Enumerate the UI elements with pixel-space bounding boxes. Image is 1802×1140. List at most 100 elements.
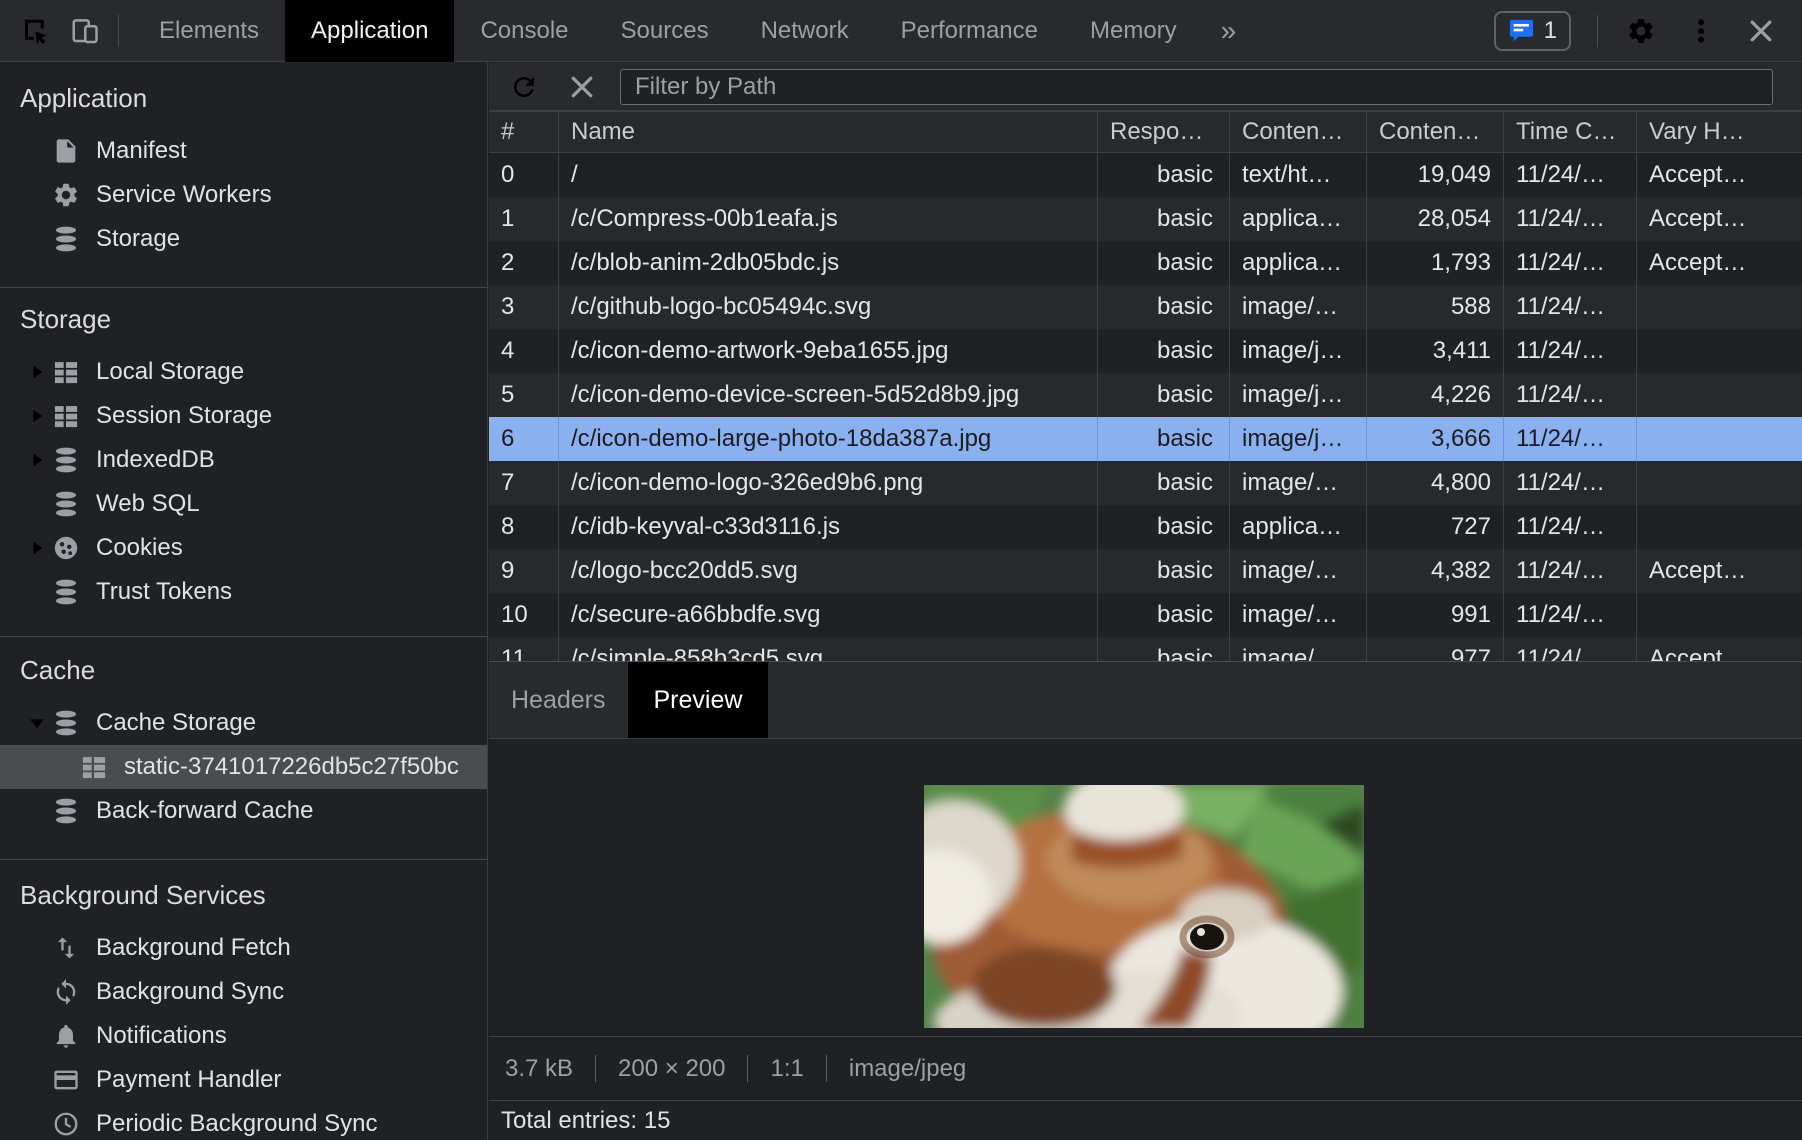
table-row[interactable]: 5 /c/icon-demo-device-screen-5d52d8b9.jp… bbox=[489, 373, 1802, 417]
column-header[interactable]: Respo… bbox=[1098, 112, 1230, 152]
sidebar-item[interactable]: Manifest bbox=[0, 129, 487, 173]
cell-vary-header: Accept… bbox=[1637, 549, 1802, 593]
preview-tabstrip: HeadersPreview bbox=[489, 661, 1802, 739]
expander-slot[interactable] bbox=[54, 754, 80, 780]
expander-slot[interactable] bbox=[26, 935, 52, 961]
cache-section-items: Cache Storage static-3741017226db5c27f50… bbox=[0, 701, 487, 833]
expander-slot[interactable] bbox=[26, 710, 52, 736]
expander-slot[interactable] bbox=[26, 491, 52, 517]
sidebar-item-label: Back-forward Cache bbox=[96, 797, 313, 825]
section-title-storage: Storage bbox=[0, 304, 487, 334]
sidebar-item[interactable]: Local Storage bbox=[0, 350, 487, 394]
expander-slot[interactable] bbox=[26, 182, 52, 208]
column-header[interactable]: Vary H… bbox=[1637, 112, 1802, 152]
expander-slot[interactable] bbox=[26, 359, 52, 385]
filter-toolbar bbox=[489, 63, 1802, 112]
panel-tab[interactable]: Performance bbox=[875, 0, 1064, 62]
panel-tab[interactable]: Network bbox=[735, 0, 875, 62]
table-row[interactable]: 1 /c/Compress-00b1eafa.js basic applica…… bbox=[489, 197, 1802, 241]
expander-slot[interactable] bbox=[26, 447, 52, 473]
cell-content-type: image/… bbox=[1230, 461, 1367, 505]
sidebar-item[interactable]: Session Storage bbox=[0, 394, 487, 438]
table-row[interactable]: 0 / basic text/ht… 19,049 11/24/… Accept… bbox=[489, 153, 1802, 197]
cell-vary-header: Accept… bbox=[1637, 153, 1802, 197]
column-header[interactable]: Conten… bbox=[1230, 112, 1367, 152]
cell-index: 9 bbox=[489, 549, 559, 593]
expander-slot[interactable] bbox=[26, 403, 52, 429]
sidebar-item[interactable]: Periodic Background Sync bbox=[0, 1102, 487, 1140]
settings-gear-icon[interactable] bbox=[1624, 14, 1658, 48]
cell-index: 1 bbox=[489, 197, 559, 241]
inspect-element-icon[interactable] bbox=[18, 14, 52, 48]
expander-slot[interactable] bbox=[26, 579, 52, 605]
refresh-icon[interactable] bbox=[509, 72, 539, 102]
sidebar-item[interactable]: Notifications bbox=[0, 1014, 487, 1058]
column-header[interactable]: # bbox=[489, 112, 559, 152]
clear-filter-icon[interactable] bbox=[567, 72, 597, 102]
panel-tab[interactable]: Sources bbox=[595, 0, 735, 62]
database-icon bbox=[52, 797, 80, 825]
image-mime-type: image/jpeg bbox=[849, 1055, 966, 1083]
status-divider bbox=[595, 1055, 596, 1082]
table-row[interactable]: 7 /c/icon-demo-logo-326ed9b6.png basic i… bbox=[489, 461, 1802, 505]
issues-count: 1 bbox=[1544, 17, 1557, 45]
device-toolbar-icon[interactable] bbox=[68, 14, 102, 48]
table-row[interactable]: 8 /c/idb-keyval-c33d3116.js basic applic… bbox=[489, 505, 1802, 549]
expander-slot[interactable] bbox=[26, 535, 52, 561]
table-row[interactable]: 6 /c/icon-demo-large-photo-18da387a.jpg … bbox=[489, 417, 1802, 461]
sidebar-item[interactable]: Storage bbox=[0, 217, 487, 261]
preview-tab[interactable]: Headers bbox=[489, 662, 628, 738]
section-title-application: Application bbox=[0, 83, 487, 113]
sidebar-item[interactable]: Payment Handler bbox=[0, 1058, 487, 1102]
panel-tab[interactable]: Elements bbox=[133, 0, 285, 62]
panel-tab[interactable]: Application bbox=[285, 0, 454, 62]
table-icon bbox=[80, 753, 108, 781]
cell-name: /c/icon-demo-large-photo-18da387a.jpg bbox=[559, 417, 1098, 461]
cell-name: /c/simple-858b3cd5.svg bbox=[559, 637, 1098, 661]
sidebar-item[interactable]: Service Workers bbox=[0, 173, 487, 217]
close-icon[interactable] bbox=[1744, 14, 1778, 48]
expander-slot[interactable] bbox=[26, 138, 52, 164]
table-row[interactable]: 2 /c/blob-anim-2db05bdc.js basic applica… bbox=[489, 241, 1802, 285]
table-row[interactable]: 9 /c/logo-bcc20dd5.svg basic image/… 4,3… bbox=[489, 549, 1802, 593]
cell-content-length: 1,793 bbox=[1367, 241, 1504, 285]
panel-tab[interactable]: Console bbox=[454, 0, 594, 62]
sidebar-item[interactable]: Background Sync bbox=[0, 970, 487, 1014]
sidebar-item[interactable]: Back-forward Cache bbox=[0, 789, 487, 833]
table-row[interactable]: 4 /c/icon-demo-artwork-9eba1655.jpg basi… bbox=[489, 329, 1802, 373]
expander-slot[interactable] bbox=[26, 226, 52, 252]
expander-slot[interactable] bbox=[26, 1023, 52, 1049]
sidebar-item[interactable]: Trust Tokens bbox=[0, 570, 487, 614]
table-row[interactable]: 10 /c/secure-a66bbdfe.svg basic image/… … bbox=[489, 593, 1802, 637]
panel-tab[interactable]: Memory bbox=[1064, 0, 1203, 62]
column-header[interactable]: Time C… bbox=[1504, 112, 1637, 152]
expander-slot[interactable] bbox=[26, 1111, 52, 1137]
sidebar-item[interactable]: IndexedDB bbox=[0, 438, 487, 482]
storage-section-items: Local Storage Session Storage IndexedDB … bbox=[0, 350, 487, 614]
sidebar-item[interactable]: static-3741017226db5c27f50bc bbox=[0, 745, 487, 789]
sidebar-item[interactable]: Cache Storage bbox=[0, 701, 487, 745]
chevron-right-icon bbox=[26, 361, 48, 383]
column-header[interactable]: Name bbox=[559, 112, 1098, 152]
cell-content-length: 4,226 bbox=[1367, 373, 1504, 417]
cell-index: 4 bbox=[489, 329, 559, 373]
payment-card-icon bbox=[52, 1066, 80, 1094]
sidebar-item[interactable]: Web SQL bbox=[0, 482, 487, 526]
database-icon bbox=[52, 709, 80, 737]
database-icon bbox=[52, 446, 80, 474]
cell-content-type: text/ht… bbox=[1230, 153, 1367, 197]
expander-slot[interactable] bbox=[26, 798, 52, 824]
table-row[interactable]: 11 /c/simple-858b3cd5.svg basic image/… … bbox=[489, 637, 1802, 661]
more-tabs-chevron-icon[interactable]: » bbox=[1203, 2, 1255, 60]
preview-tab[interactable]: Preview bbox=[628, 662, 769, 738]
table-row[interactable]: 3 /c/github-logo-bc05494c.svg basic imag… bbox=[489, 285, 1802, 329]
filter-by-path-input[interactable] bbox=[620, 69, 1773, 105]
issues-badge[interactable]: 1 bbox=[1494, 11, 1571, 51]
sidebar-item[interactable]: Background Fetch bbox=[0, 926, 487, 970]
sidebar-item[interactable]: Cookies bbox=[0, 526, 487, 570]
expander-slot[interactable] bbox=[26, 979, 52, 1005]
column-header[interactable]: Conten… bbox=[1367, 112, 1504, 152]
cell-name: /c/Compress-00b1eafa.js bbox=[559, 197, 1098, 241]
expander-slot[interactable] bbox=[26, 1067, 52, 1093]
kebab-menu-icon[interactable] bbox=[1684, 14, 1718, 48]
